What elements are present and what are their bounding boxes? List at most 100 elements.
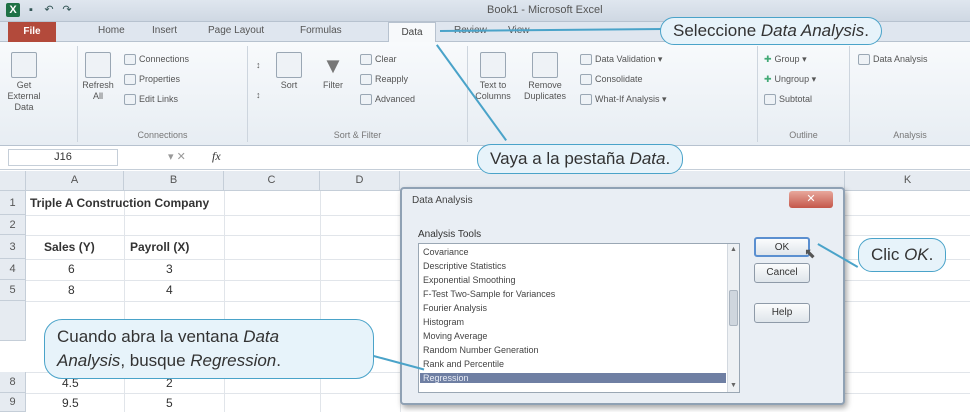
connections-group-label: Connections xyxy=(137,130,188,140)
row-header-2[interactable]: 2 xyxy=(0,215,26,235)
callout-line-1: Cuando abra la ventana Data xyxy=(57,327,280,346)
remove-duplicates-icon xyxy=(532,52,558,78)
sort-za-button[interactable]: ↕ xyxy=(256,90,261,100)
insert-function-button[interactable]: fx xyxy=(212,149,221,164)
sort-button[interactable]: Sort xyxy=(274,52,304,91)
tab-data[interactable]: Data xyxy=(388,22,436,43)
analysis-tools-label: Analysis Tools xyxy=(418,229,482,240)
tab-insert[interactable]: Insert xyxy=(152,25,177,36)
list-scrollbar[interactable]: ▲ ▼ xyxy=(727,244,739,392)
data-analysis-icon xyxy=(858,54,870,66)
cell-a3[interactable]: Sales (Y) xyxy=(44,240,95,254)
list-item[interactable]: Random Number Generation xyxy=(423,345,539,355)
cell-b9[interactable]: 5 xyxy=(166,396,173,410)
scroll-down-icon[interactable]: ▼ xyxy=(728,380,739,392)
list-item[interactable]: F-Test Two-Sample for Variances xyxy=(423,289,555,299)
dialog-close-button[interactable]: ✕ xyxy=(789,191,833,208)
undo-icon[interactable]: ↶ xyxy=(42,3,56,17)
subtotal-icon xyxy=(764,94,776,106)
tab-file[interactable]: File xyxy=(8,22,56,42)
redo-icon[interactable]: ↷ xyxy=(60,3,74,17)
database-icon xyxy=(11,52,37,78)
list-item[interactable]: Fourier Analysis xyxy=(423,303,487,313)
properties-icon xyxy=(124,74,136,86)
row-header-9[interactable]: 9 xyxy=(0,393,26,412)
reapply-icon xyxy=(360,74,372,86)
edit-links-button[interactable]: Edit Links xyxy=(124,94,178,106)
subtotal-button[interactable]: Subtotal xyxy=(764,94,812,106)
cell-b4[interactable]: 3 xyxy=(166,262,173,276)
column-header-a[interactable]: A xyxy=(26,171,124,191)
consolidate-button[interactable]: Consolidate xyxy=(580,74,643,86)
list-item[interactable]: Histogram xyxy=(423,317,464,327)
tab-formulas[interactable]: Formulas xyxy=(300,25,342,36)
callout-click-ok: Clic OK. xyxy=(858,238,947,272)
list-item[interactable]: Exponential Smoothing xyxy=(423,275,516,285)
column-header-c[interactable]: C xyxy=(224,171,320,191)
name-box[interactable]: J16 xyxy=(8,149,118,166)
cell-a4[interactable]: 6 xyxy=(68,262,75,276)
row-header-4[interactable]: 4 xyxy=(0,259,26,280)
group-get-external: Get External Data xyxy=(0,46,78,142)
sort-icon xyxy=(276,52,302,78)
group-button[interactable]: ✚ Group ▾ xyxy=(764,54,807,65)
clear-filter-button[interactable]: Clear xyxy=(360,54,397,66)
scroll-thumb[interactable] xyxy=(729,290,738,326)
what-if-analysis-button[interactable]: What-If Analysis ▾ xyxy=(580,94,667,106)
save-icon[interactable]: ▪ xyxy=(24,3,38,17)
column-header-b[interactable]: B xyxy=(124,171,224,191)
group-connections: Refresh All Connections Properties Edit … xyxy=(78,46,248,142)
reapply-button[interactable]: Reapply xyxy=(360,74,408,86)
dialog-title: Data Analysis xyxy=(412,195,473,206)
cell-a1[interactable]: Triple A Construction Company xyxy=(30,196,209,210)
cancel-button[interactable]: Cancel xyxy=(754,263,810,283)
refresh-all-button[interactable]: Refresh All xyxy=(80,52,116,102)
data-analysis-dialog: Data Analysis ✕ Analysis Tools Covarianc… xyxy=(400,187,845,405)
group-outline: ✚ Group ▾ ✚ Ungroup ▾ Subtotal Outline xyxy=(758,46,850,142)
tab-page-layout[interactable]: Page Layout xyxy=(208,25,264,36)
cell-b5[interactable]: 4 xyxy=(166,283,173,297)
excel-logo-icon: X xyxy=(6,3,20,17)
column-header-d[interactable]: D xyxy=(320,171,400,191)
row-header-3[interactable]: 3 xyxy=(0,235,26,259)
column-header-k[interactable]: K xyxy=(845,171,970,191)
callout-find-regression: Cuando abra la ventana Data Analysis, bu… xyxy=(44,319,374,379)
row-header-8[interactable]: 8 xyxy=(0,372,26,393)
sort-filter-group-label: Sort & Filter xyxy=(333,130,382,140)
data-validation-button[interactable]: Data Validation ▾ xyxy=(580,54,662,66)
list-item-selected[interactable]: Regression xyxy=(420,373,726,383)
sort-az-button[interactable]: ↕ xyxy=(256,60,261,70)
text-to-columns-button[interactable]: Text to Columns xyxy=(472,52,514,102)
help-button[interactable]: Help xyxy=(754,303,810,323)
list-item[interactable]: Moving Average xyxy=(423,331,487,341)
select-all-corner[interactable] xyxy=(0,171,26,191)
ok-button[interactable]: OK xyxy=(754,237,810,257)
cell-b3[interactable]: Payroll (X) xyxy=(130,240,189,254)
advanced-filter-button[interactable]: Advanced xyxy=(360,94,415,106)
clear-filter-icon xyxy=(360,54,372,66)
tab-home[interactable]: Home xyxy=(98,25,125,36)
list-item[interactable]: Rank and Percentile xyxy=(423,359,504,369)
quick-access-toolbar: X ▪ ↶ ↷ xyxy=(6,3,74,17)
cancel-edit-icon[interactable]: ▾ ✕ xyxy=(168,150,186,163)
row-header-5[interactable]: 5 xyxy=(0,280,26,301)
ungroup-button[interactable]: ✚ Ungroup ▾ xyxy=(764,74,816,85)
scroll-up-icon[interactable]: ▲ xyxy=(728,244,739,256)
cell-a5[interactable]: 8 xyxy=(68,283,75,297)
remove-duplicates-button[interactable]: Remove Duplicates xyxy=(522,52,568,102)
ribbon: Get External Data Refresh All Connection… xyxy=(0,42,970,146)
consolidate-icon xyxy=(580,74,592,86)
properties-button[interactable]: Properties xyxy=(124,74,180,86)
filter-button[interactable]: ▼ Filter xyxy=(316,52,350,91)
cell-a9[interactable]: 9.5 xyxy=(62,396,79,410)
get-external-data-button[interactable]: Get External Data xyxy=(2,52,46,113)
row-header-6-7[interactable] xyxy=(0,301,26,341)
connections-button[interactable]: Connections xyxy=(124,54,189,66)
refresh-icon xyxy=(85,52,111,78)
analysis-tools-list[interactable]: Covariance Descriptive Statistics Expone… xyxy=(418,243,740,393)
list-item[interactable]: Descriptive Statistics xyxy=(423,261,506,271)
analysis-group-label: Analysis xyxy=(893,130,927,140)
list-item[interactable]: Covariance xyxy=(423,247,469,257)
data-analysis-button[interactable]: Data Analysis xyxy=(858,54,928,66)
row-header-1[interactable]: 1 xyxy=(0,191,26,215)
